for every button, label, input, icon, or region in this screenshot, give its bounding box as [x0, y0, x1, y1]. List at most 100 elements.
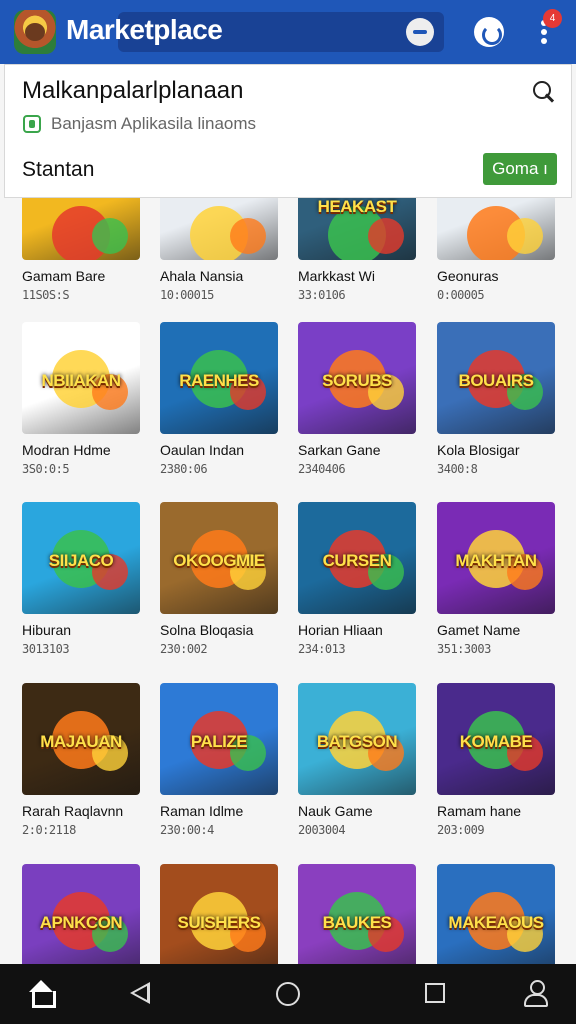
app-meta: 0:00005: [437, 288, 485, 302]
artwork-title: BAUKES: [322, 913, 392, 933]
artwork-title: MAKEAOUS: [448, 913, 544, 933]
app-thumbnail[interactable]: KOMABE: [437, 683, 555, 795]
app-thumbnail[interactable]: SUISHERS: [160, 864, 278, 964]
app-meta: 2:0:2118: [22, 823, 76, 837]
artwork-title: SORUBS: [322, 371, 392, 391]
app-name: Gamam Bare: [22, 268, 106, 284]
app-tile[interactable]: BOUAIRS Kola Blosigar 3400:8: [437, 322, 555, 476]
artwork-title: MAKHTAN: [455, 551, 537, 571]
app-meta: 3400:8: [437, 462, 478, 476]
app-thumbnail[interactable]: MAKHTAN: [437, 502, 555, 614]
app-thumbnail[interactable]: APNKCON: [22, 864, 140, 964]
app-meta: 33:0106: [298, 288, 346, 302]
app-tile[interactable]: Gamam Bare 11S0S:S: [22, 198, 140, 302]
app-thumbnail[interactable]: [437, 198, 555, 260]
app-bar: Marketplace 4: [0, 0, 576, 64]
search-icon[interactable]: [533, 81, 555, 103]
app-tile[interactable]: BAUKES: [298, 864, 416, 964]
app-meta: 10:00015: [160, 288, 214, 302]
search-icon[interactable]: [406, 18, 434, 46]
app-meta: 2003004: [298, 823, 346, 837]
artwork-title: NBIIAKAN: [41, 371, 121, 391]
app-thumbnail[interactable]: MAKEAOUS: [437, 864, 555, 964]
app-meta: 230:00:4: [160, 823, 214, 837]
app-thumbnail[interactable]: [160, 198, 278, 260]
app-name: Sarkan Gane: [298, 442, 381, 458]
app-tile[interactable]: SIIJACO Hiburan 3013103: [22, 502, 140, 656]
artwork-title: MAJAUAN: [40, 732, 122, 752]
app-name: Rarah Raqlavnn: [22, 803, 124, 819]
app-thumbnail[interactable]: SORUBS: [298, 322, 416, 434]
app-name: Horian Hliaan: [298, 622, 383, 638]
app-tile[interactable]: HEAKAST Markkast Wi 33:0106: [298, 198, 416, 302]
artwork-shape: [507, 218, 543, 254]
artwork-title: OKOOGMIE: [173, 551, 265, 571]
app-title: Marketplace: [66, 14, 223, 45]
app-tile[interactable]: Geonuras 0:00005: [437, 198, 555, 302]
app-tile[interactable]: PALIZE Raman Idlme 230:00:4: [160, 683, 278, 837]
header-card: Malkanpalarlplanaan Banjasm Aplikasila l…: [4, 64, 572, 198]
back-icon[interactable]: [130, 982, 150, 1004]
app-tile[interactable]: MAKEAOUS: [437, 864, 555, 964]
app-thumbnail[interactable]: BATGSON: [298, 683, 416, 795]
app-name: Ramam hane: [437, 803, 522, 819]
app-name: Geonuras: [437, 268, 499, 284]
section-action-button[interactable]: Goma ı: [483, 153, 557, 185]
app-tile[interactable]: BATGSON Nauk Game 2003004: [298, 683, 416, 837]
app-tile[interactable]: OKOOGMIE Solna Bloqasia 230:002: [160, 502, 278, 656]
artwork-title: CURSEN: [322, 551, 392, 571]
logo-face: [25, 23, 45, 41]
app-thumbnail[interactable]: OKOOGMIE: [160, 502, 278, 614]
recents-icon[interactable]: [425, 983, 445, 1003]
artwork-title: APNKCON: [39, 913, 123, 933]
app-thumbnail[interactable]: MAJAUAN: [22, 683, 140, 795]
account-icon[interactable]: [524, 980, 548, 1007]
app-thumbnail[interactable]: CURSEN: [298, 502, 416, 614]
artwork-shape: [92, 218, 128, 254]
app-thumbnail[interactable]: BAUKES: [298, 864, 416, 964]
app-tile[interactable]: SUISHERS: [160, 864, 278, 964]
app-meta: 3013103: [22, 642, 70, 656]
refresh-icon[interactable]: [474, 17, 504, 47]
home-circle-icon[interactable]: [276, 982, 300, 1006]
app-tile[interactable]: MAKHTAN Gamet Name 351:3003: [437, 502, 555, 656]
app-name: Kola Blosigar: [437, 442, 520, 458]
app-thumbnail[interactable]: BOUAIRS: [437, 322, 555, 434]
app-thumbnail[interactable]: PALIZE: [160, 683, 278, 795]
app-meta: 2340406: [298, 462, 346, 476]
app-thumbnail[interactable]: [22, 198, 140, 260]
artwork-title: SUISHERS: [177, 913, 261, 933]
app-thumbnail[interactable]: RAENHES: [160, 322, 278, 434]
app-name: Ahala Nansia: [160, 268, 244, 284]
artwork-title: BATGSON: [316, 732, 398, 752]
app-tile[interactable]: APNKCON: [22, 864, 140, 964]
page-title: Malkanpalarlplanaan: [22, 77, 244, 104]
app-badge-icon: [23, 115, 41, 133]
app-tile[interactable]: NBIIAKAN Modran Hdme 3S0:0:5: [22, 322, 140, 476]
app-tile[interactable]: MAJAUAN Rarah Raqlavnn 2:0:2118: [22, 683, 140, 837]
app-meta: 351:3003: [437, 642, 491, 656]
notification-badge: 4: [543, 9, 562, 28]
app-meta: 203:009: [437, 823, 485, 837]
app-tile[interactable]: SORUBS Sarkan Gane 2340406: [298, 322, 416, 476]
app-tile[interactable]: CURSEN Horian Hliaan 234:013: [298, 502, 416, 656]
page-subtitle: Banjasm Aplikasila linaoms: [51, 114, 257, 133]
app-tile[interactable]: KOMABE Ramam hane 203:009: [437, 683, 555, 837]
artwork-title: SIIJACO: [48, 551, 114, 571]
artwork-title: BOUAIRS: [458, 371, 534, 391]
home-icon[interactable]: [28, 980, 56, 1008]
app-meta: 11S0S:S: [22, 288, 70, 302]
app-name: Modran Hdme: [22, 442, 111, 458]
app-name: Solna Bloqasia: [160, 622, 254, 638]
app-logo-icon[interactable]: [14, 10, 56, 54]
artwork-shape: [368, 218, 404, 254]
app-name: Oaulan Indan: [160, 442, 245, 458]
app-name: Markkast Wi: [298, 268, 375, 284]
app-name: Raman Idlme: [160, 803, 244, 819]
app-thumbnail[interactable]: SIIJACO: [22, 502, 140, 614]
app-meta: 2380:06: [160, 462, 208, 476]
app-tile[interactable]: Ahala Nansia 10:00015: [160, 198, 278, 302]
app-tile[interactable]: RAENHES Oaulan Indan 2380:06: [160, 322, 278, 476]
app-thumbnail[interactable]: HEAKAST: [298, 198, 416, 260]
app-thumbnail[interactable]: NBIIAKAN: [22, 322, 140, 434]
